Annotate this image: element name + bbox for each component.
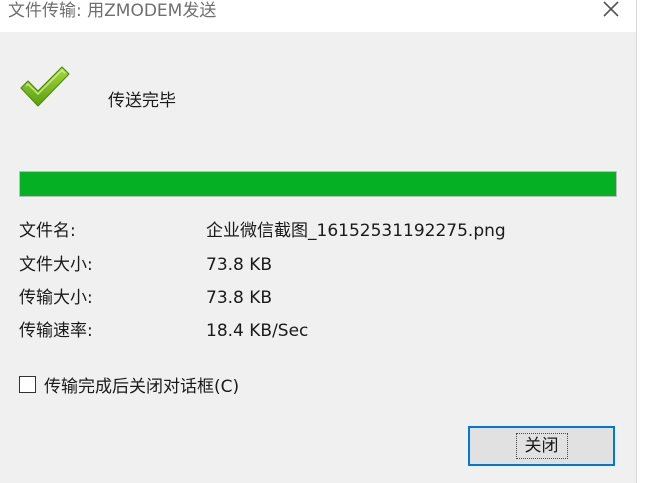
transfer-rate-value: 18.4 KB/Sec	[206, 321, 309, 341]
dialog-edge-shadow	[636, 0, 637, 483]
file-transfer-dialog: 文件传输: 用ZMODEM发送 传送完毕 文件名: 企业微信截图_1615253…	[0, 0, 636, 483]
filesize-value: 73.8 KB	[206, 255, 273, 275]
close-after-transfer-option[interactable]: 传输完成后关闭对话框(C)	[19, 373, 240, 397]
window-title: 文件传输: 用ZMODEM发送	[8, 1, 217, 21]
progress-bar	[19, 171, 617, 197]
transfer-size-label: 传输大小:	[19, 288, 93, 308]
background-edge	[636, 0, 645, 483]
close-after-transfer-checkbox[interactable]	[19, 375, 36, 393]
close-after-transfer-label: 传输完成后关闭对话框(C)	[44, 376, 240, 397]
title-bar[interactable]: 文件传输: 用ZMODEM发送	[0, 0, 636, 32]
filename-label: 文件名:	[19, 221, 76, 241]
close-button-label: 关闭	[515, 433, 568, 459]
checkmark-icon	[18, 64, 72, 110]
status-message: 传送完毕	[108, 91, 176, 111]
transfer-size-value: 73.8 KB	[206, 288, 273, 308]
progress-fill	[20, 172, 616, 196]
close-button[interactable]: 关闭	[468, 426, 615, 466]
filename-value: 企业微信截图_16152531192275.png	[206, 221, 506, 241]
filesize-label: 文件大小:	[19, 255, 93, 275]
transfer-rate-label: 传输速率:	[19, 321, 93, 341]
close-icon[interactable]	[598, 0, 624, 22]
